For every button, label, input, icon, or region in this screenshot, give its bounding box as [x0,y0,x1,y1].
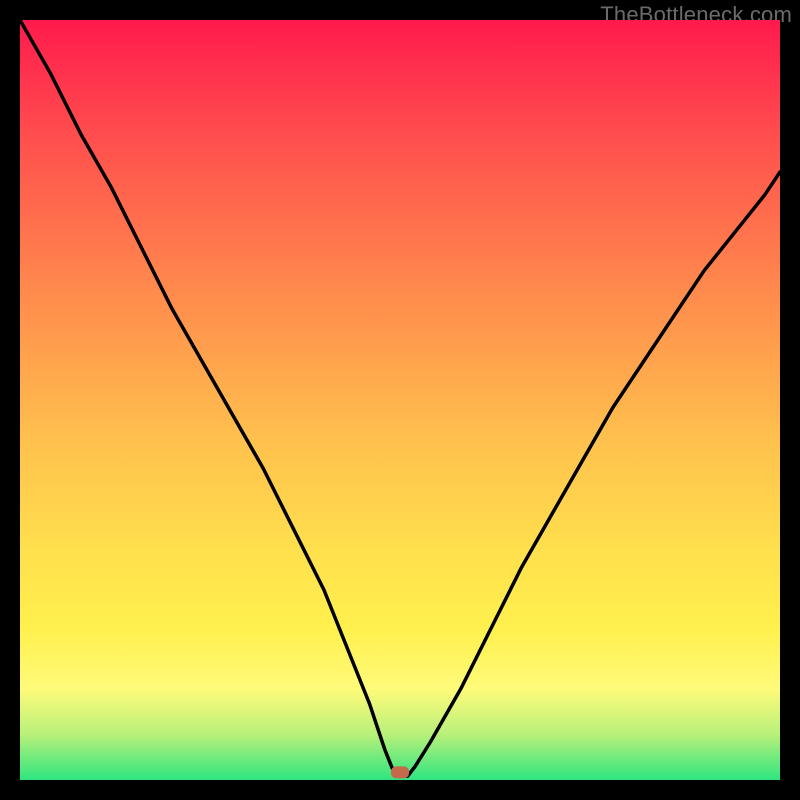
plot-area [20,20,780,780]
curve-svg [20,20,780,780]
optimum-marker [391,766,409,778]
chart-frame: TheBottleneck.com [0,0,800,800]
bottleneck-curve [20,20,780,776]
